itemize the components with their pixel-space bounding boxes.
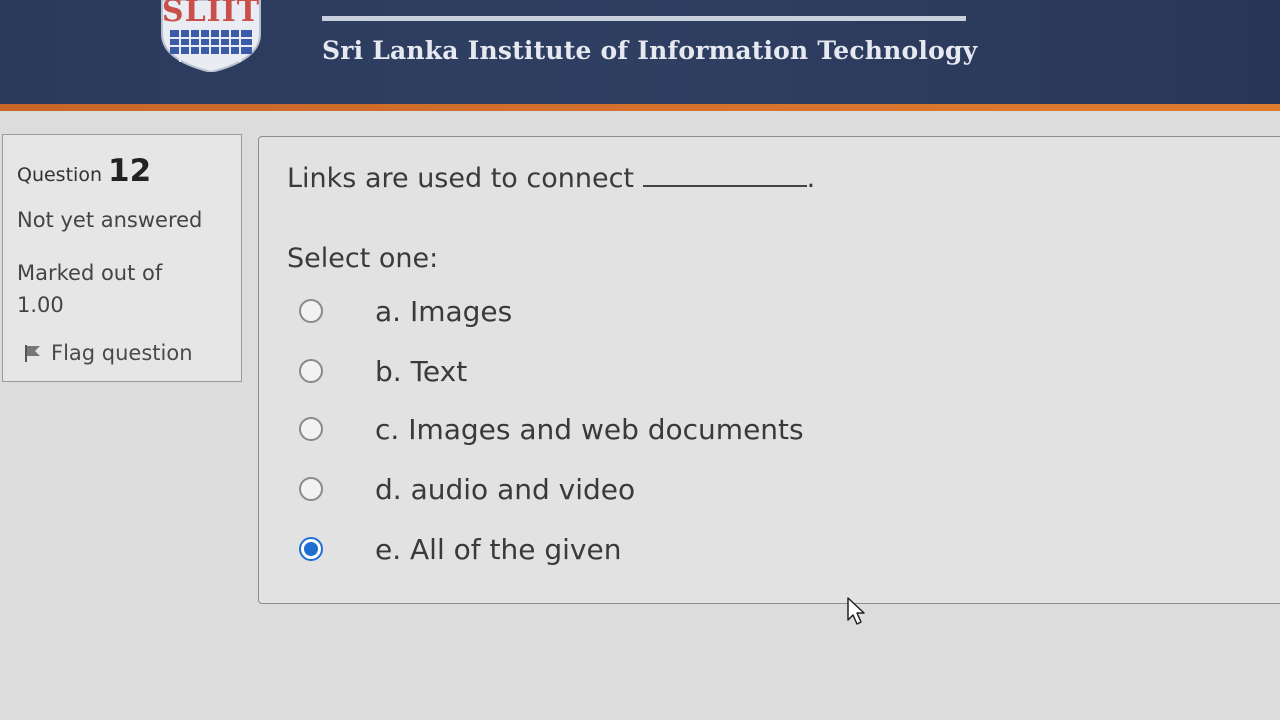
marks-value: 1.00: [17, 293, 64, 317]
question-number: Question 12: [17, 153, 151, 189]
marks-label: Marked out of: [17, 261, 163, 285]
question-content-panel: Links are used to connect . Select one: …: [258, 136, 1280, 604]
option-b-label[interactable]: b. Text: [375, 355, 467, 388]
question-number-value: 12: [108, 153, 152, 189]
option-b[interactable]: b. Text: [299, 353, 467, 389]
option-e-radio[interactable]: [299, 537, 323, 561]
question-text: Links are used to connect .: [287, 159, 815, 194]
option-d-label[interactable]: d. audio and video: [375, 473, 635, 506]
option-b-radio[interactable]: [299, 359, 323, 383]
option-a-label[interactable]: a. Images: [375, 295, 512, 328]
answer-blank: [642, 159, 807, 187]
option-c[interactable]: c. Images and web documents: [299, 411, 804, 447]
question-text-end: .: [806, 163, 816, 194]
option-c-label[interactable]: c. Images and web documents: [375, 413, 804, 446]
option-a[interactable]: a. Images: [299, 293, 512, 329]
option-e-label[interactable]: e. All of the given: [375, 533, 621, 566]
header-accent-stripe: [0, 104, 1280, 111]
question-label: Question: [17, 164, 102, 186]
option-d[interactable]: d. audio and video: [299, 471, 635, 507]
logo-text: SLIIT: [161, 0, 261, 29]
sliit-logo[interactable]: SLIIT: [160, 0, 262, 74]
select-prompt: Select one:: [287, 243, 439, 274]
question-text-body: Links are used to connect: [287, 163, 635, 194]
option-e[interactable]: e. All of the given: [299, 531, 621, 567]
flag-question-link[interactable]: Flag question: [23, 341, 193, 365]
flag-icon: [25, 345, 40, 362]
institute-name: Sri Lanka Institute of Information Techn…: [322, 36, 978, 65]
flag-question-label: Flag question: [51, 341, 193, 365]
mouse-pointer-icon: [847, 597, 865, 625]
option-c-radio[interactable]: [299, 417, 323, 441]
option-d-radio[interactable]: [299, 477, 323, 501]
header-divider: [322, 16, 966, 21]
question-info-panel: Question 12 Not yet answered Marked out …: [2, 134, 242, 382]
question-state: Not yet answered: [17, 208, 203, 232]
site-header: SLIIT Sri Lanka Institute of Information…: [0, 0, 1280, 104]
question-marks: Marked out of 1.00: [17, 257, 162, 321]
option-a-radio[interactable]: [299, 299, 323, 323]
